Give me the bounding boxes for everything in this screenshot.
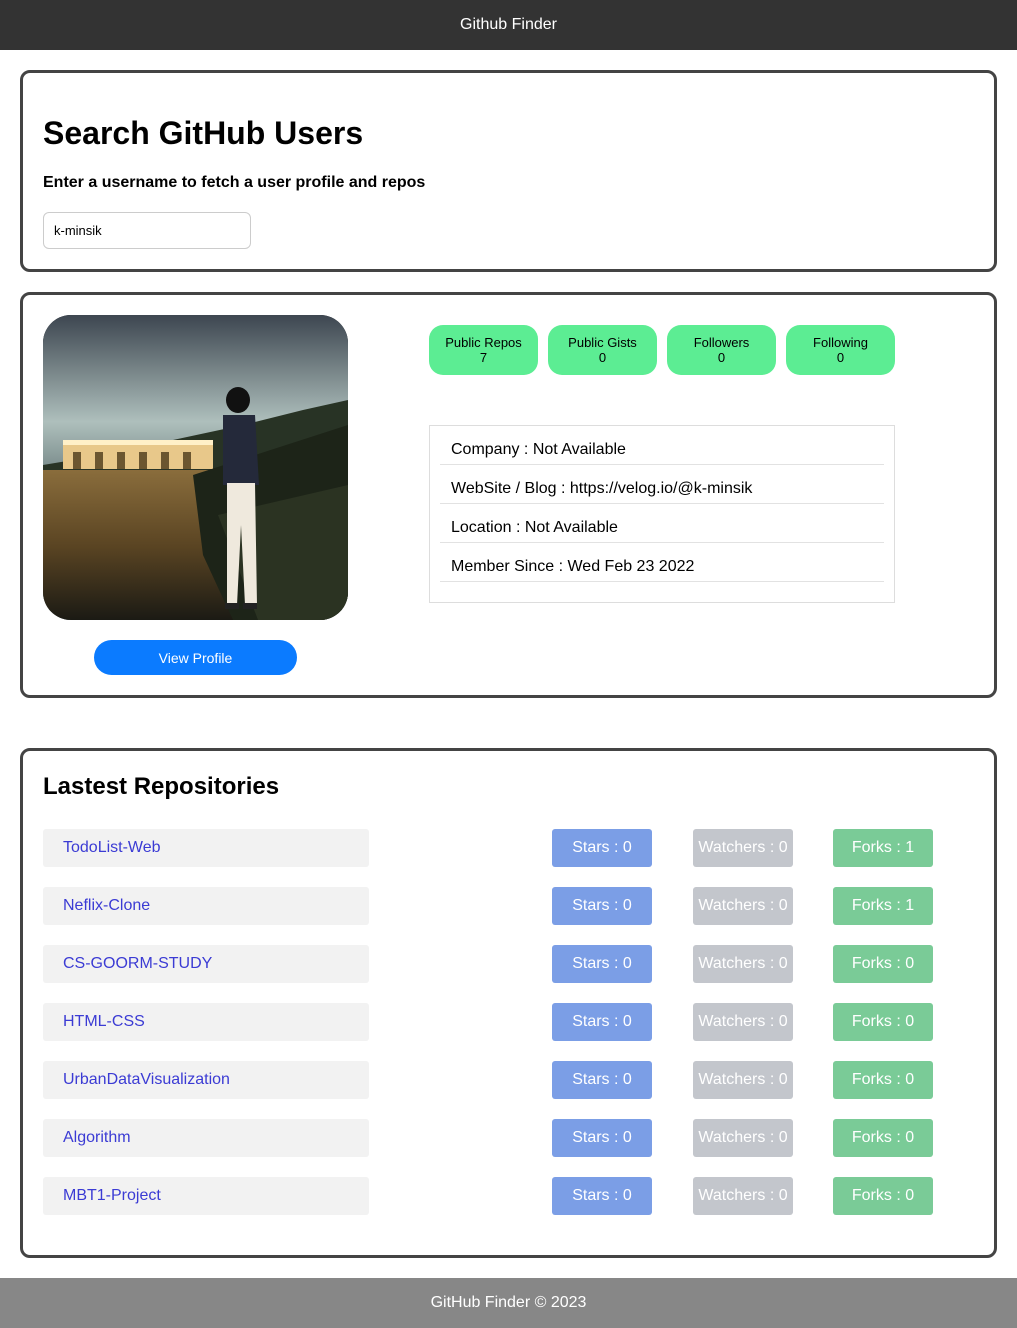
stars-badge: Stars : 0 (552, 1119, 652, 1157)
stars-badge: Stars : 0 (552, 829, 652, 867)
public-repos-label: Public Repos (445, 335, 522, 350)
repo-link[interactable]: HTML-CSS (43, 1003, 369, 1041)
forks-badge: Forks : 1 (833, 887, 933, 925)
stars-badge: Stars : 0 (552, 1177, 652, 1215)
view-profile-button[interactable]: View Profile (94, 640, 297, 675)
watchers-badge: Watchers : 0 (693, 1119, 793, 1157)
forks-badge: Forks : 0 (833, 1177, 933, 1215)
repo-link[interactable]: MBT1-Project (43, 1177, 369, 1215)
watchers-badge: Watchers : 0 (693, 945, 793, 983)
footer-text: GitHub Finder © 2023 (430, 1294, 587, 1311)
repo-link[interactable]: Algorithm (43, 1119, 369, 1157)
forks-badge: Forks : 1 (833, 829, 933, 867)
username-search-input[interactable] (43, 212, 251, 249)
repo-link[interactable]: CS-GOORM-STUDY (43, 945, 369, 983)
following-label: Following (813, 335, 868, 350)
repo-row: Neflix-Clone Stars : 0 Watchers : 0 Fork… (23, 887, 994, 925)
repo-row: HTML-CSS Stars : 0 Watchers : 0 Forks : … (23, 1003, 994, 1041)
watchers-badge: Watchers : 0 (693, 829, 793, 867)
public-gists-badge: Public Gists 0 (548, 325, 657, 375)
repo-row: TodoList-Web Stars : 0 Watchers : 0 Fork… (23, 829, 994, 867)
forks-badge: Forks : 0 (833, 1061, 933, 1099)
forks-badge: Forks : 0 (833, 1003, 933, 1041)
stars-badge: Stars : 0 (552, 945, 652, 983)
followers-badge: Followers 0 (667, 325, 776, 375)
profile-info-list: Company : Not Available WebSite / Blog :… (429, 425, 895, 603)
repo-row: CS-GOORM-STUDY Stars : 0 Watchers : 0 Fo… (23, 945, 994, 983)
info-member-since: Member Since : Wed Feb 23 2022 (440, 543, 884, 582)
public-repos-count: 7 (479, 350, 488, 365)
footer: GitHub Finder © 2023 (0, 1278, 1017, 1328)
search-subtitle: Enter a username to fetch a user profile… (43, 174, 426, 191)
forks-badge: Forks : 0 (833, 1119, 933, 1157)
watchers-badge: Watchers : 0 (693, 887, 793, 925)
watchers-badge: Watchers : 0 (693, 1177, 793, 1215)
followers-count: 0 (717, 350, 726, 365)
public-repos-badge: Public Repos 7 (429, 325, 538, 375)
stars-badge: Stars : 0 (552, 1061, 652, 1099)
following-count: 0 (836, 350, 845, 365)
search-title: Search GitHub Users (43, 115, 364, 151)
repo-link[interactable]: TodoList-Web (43, 829, 369, 867)
navbar-title: Github Finder (460, 16, 557, 33)
profile-photo (43, 315, 348, 620)
avatar (43, 315, 348, 620)
stars-badge: Stars : 0 (552, 887, 652, 925)
repositories-title: Lastest Repositories (43, 773, 280, 800)
search-card: Search GitHub Users Enter a username to … (20, 70, 997, 272)
info-website: WebSite / Blog : https://velog.io/@k-min… (440, 465, 884, 504)
watchers-badge: Watchers : 0 (693, 1003, 793, 1041)
info-location: Location : Not Available (440, 504, 884, 543)
forks-badge: Forks : 0 (833, 945, 933, 983)
repo-link[interactable]: UrbanDataVisualization (43, 1061, 369, 1099)
watchers-badge: Watchers : 0 (693, 1061, 793, 1099)
following-badge: Following 0 (786, 325, 895, 375)
public-gists-label: Public Gists (568, 335, 637, 350)
repo-row: MBT1-Project Stars : 0 Watchers : 0 Fork… (23, 1177, 994, 1215)
info-company: Company : Not Available (440, 426, 884, 465)
profile-card: View Profile Public Repos 7 Public Gists… (20, 292, 997, 698)
public-gists-count: 0 (598, 350, 607, 365)
stars-badge: Stars : 0 (552, 1003, 652, 1041)
navbar: Github Finder (0, 0, 1017, 50)
repo-row: UrbanDataVisualization Stars : 0 Watcher… (23, 1061, 994, 1099)
repo-link[interactable]: Neflix-Clone (43, 887, 369, 925)
followers-label: Followers (693, 335, 750, 350)
repo-row: Algorithm Stars : 0 Watchers : 0 Forks :… (23, 1119, 994, 1157)
repositories-card: Lastest Repositories TodoList-Web Stars … (20, 748, 997, 1258)
